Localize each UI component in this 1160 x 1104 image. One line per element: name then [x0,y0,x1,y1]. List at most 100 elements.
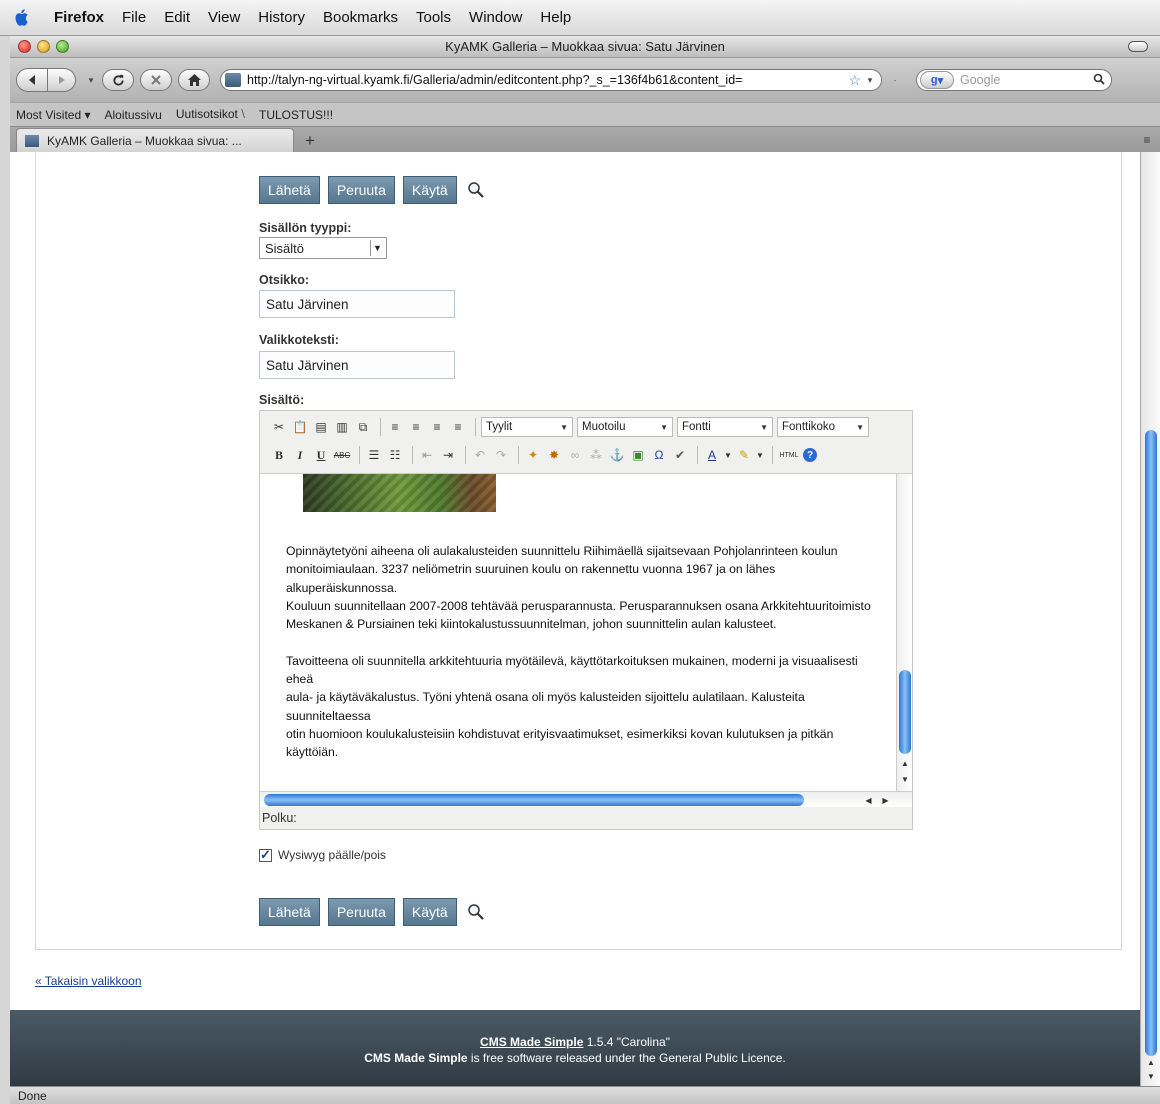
page-scroll-down-icon[interactable]: ▼ [1144,1070,1158,1082]
html-source-icon[interactable]: HTML [778,446,800,464]
address-bar[interactable]: http://talyn-ng-virtual.kyamk.fi/Galleri… [220,69,882,91]
editor-vertical-scrollbar[interactable]: ▲ ▼ [896,474,912,791]
align-left-icon[interactable]: ≡ [386,418,404,436]
bookmark-star-icon[interactable]: ☆ [848,72,861,89]
submit-button-top[interactable]: Lähetä [259,176,320,204]
content-image[interactable] [303,474,496,512]
font-select[interactable]: Fontti ▼ [677,417,773,437]
menu-view[interactable]: View [208,9,240,26]
bold-icon[interactable]: B [270,446,288,464]
new-tab-button[interactable]: + [296,130,324,152]
editor-horizontal-scrollbar[interactable]: ◀ ▶ [260,791,912,807]
content-type-select[interactable]: Sisältö ▼ [259,237,387,259]
tab-list-icon[interactable]: ≡ [1140,133,1154,147]
home-button[interactable] [178,69,210,91]
reload-button[interactable] [102,69,134,91]
highlight-dropdown-icon[interactable]: ▼ [756,446,764,464]
bullet-list-icon[interactable]: ☰ [365,446,383,464]
menu-text-input[interactable]: Satu Järvinen [259,351,455,379]
stop-button[interactable] [140,69,172,91]
styles-select[interactable]: Tyylit ▼ [481,417,573,437]
menu-tools[interactable]: Tools [416,9,451,26]
apple-icon[interactable] [10,7,32,29]
wysiwyg-checkbox[interactable]: ✓ [259,847,272,862]
menu-window[interactable]: Window [469,9,522,26]
apply-button-top[interactable]: Käytä [402,176,457,204]
magnifier-icon[interactable] [1093,73,1111,88]
indent-icon[interactable]: ⇥ [439,446,457,464]
search-input[interactable]: Google [960,73,1093,87]
menu-edit[interactable]: Edit [164,9,190,26]
strikethrough-icon[interactable]: ABC [333,446,351,464]
scroll-left-right-icon[interactable]: ◀ ▶ [860,794,894,806]
scroll-up-icon[interactable]: ▲ [897,756,912,770]
align-right-icon[interactable]: ≡ [428,418,446,436]
link-icon[interactable]: ∞ [566,446,584,464]
search-bar[interactable]: g ▾ Google [916,69,1112,91]
image-icon[interactable]: ▣ [629,446,647,464]
cancel-button-bottom[interactable]: Peruuta [327,898,395,926]
paste-icon[interactable]: 📋 [291,418,309,436]
bookmark-uutisotsikot[interactable]: Uutisotsikot ⧵ [176,107,245,122]
preview-magnifier-icon[interactable] [465,901,487,923]
cancel-button-top[interactable]: Peruuta [327,176,395,204]
bookmark-tulostus[interactable]: TULOSTUS!!! [259,108,333,122]
fontsize-select[interactable]: Fonttikoko ▼ [777,417,869,437]
spellcheck-icon[interactable]: ✔ [671,446,689,464]
paste-word-icon[interactable]: ▥ [333,418,351,436]
align-center-icon[interactable]: ≡ [407,418,425,436]
url-history-dropdown-icon[interactable]: ▾ [863,75,877,86]
menu-help[interactable]: Help [540,9,571,26]
underline-icon[interactable]: U [312,446,330,464]
back-to-menu-link[interactable]: « Takaisin valikkoon [35,974,142,988]
remove-format-icon[interactable]: ✸ [545,446,563,464]
numbered-list-icon[interactable]: ☷ [386,446,404,464]
cleanup-icon[interactable]: ✦ [524,446,542,464]
minimize-window-button[interactable] [37,40,50,53]
zoom-window-button[interactable] [56,40,69,53]
toolbar-toggle-button[interactable] [1128,41,1148,52]
copy-icon[interactable]: ⧉ [354,418,372,436]
editor-horizontal-scroll-thumb[interactable] [264,794,804,806]
paste-text-icon[interactable]: ▤ [312,418,330,436]
outdent-icon[interactable]: ⇤ [418,446,436,464]
text-color-dropdown-icon[interactable]: ▼ [724,446,732,464]
preview-magnifier-icon[interactable] [465,179,487,201]
site-favicon-icon[interactable] [225,73,241,87]
submit-button-bottom[interactable]: Lähetä [259,898,320,926]
align-justify-icon[interactable]: ≡ [449,418,467,436]
bookmark-most-visited[interactable]: Most Visited ▾ [16,108,91,122]
cms-link[interactable]: CMS Made Simple [480,1035,583,1049]
scroll-down-icon[interactable]: ▼ [897,772,912,786]
page-scroll-thumb[interactable] [1145,430,1157,1056]
apply-button-bottom[interactable]: Käytä [402,898,457,926]
bookmark-aloitussivu[interactable]: Aloitussivu [105,108,162,122]
menu-file[interactable]: File [122,9,146,26]
cut-icon[interactable]: ✂ [270,418,288,436]
italic-icon[interactable]: I [291,446,309,464]
close-window-button[interactable] [18,40,31,53]
menu-history[interactable]: History [258,9,305,26]
tab-kyamk-galleria[interactable]: KyAMK Galleria – Muokkaa sivua: ... [16,128,294,152]
title-input[interactable]: Satu Järvinen [259,290,455,318]
editor-content-area[interactable]: Opinnäytetyöni aiheena oli aulakalusteid… [260,473,912,791]
editor-text[interactable]: Opinnäytetyöni aiheena oli aulakalusteid… [286,542,906,762]
page-vertical-scrollbar[interactable]: ▲ ▼ [1140,152,1160,1086]
menu-bookmarks[interactable]: Bookmarks [323,9,398,26]
wysiwyg-toggle[interactable]: ✓ Wysiwyg päälle/pois [259,847,386,862]
help-icon[interactable]: ? [803,448,817,462]
anchor-icon[interactable]: ⚓ [608,446,626,464]
redo-icon[interactable]: ↷ [492,446,510,464]
back-button[interactable] [16,68,48,92]
editor-vertical-scroll-thumb[interactable] [899,670,911,754]
url-text[interactable]: http://talyn-ng-virtual.kyamk.fi/Galleri… [247,73,846,87]
undo-icon[interactable]: ↶ [471,446,489,464]
search-engine-icon[interactable]: g ▾ [920,71,954,89]
special-char-icon[interactable]: Ω [650,446,668,464]
history-dropdown-icon[interactable]: ▾ [84,75,98,86]
text-color-icon[interactable]: A [703,446,721,464]
page-scroll-up-icon[interactable]: ▲ [1144,1056,1158,1068]
forward-button[interactable] [48,68,76,92]
menu-firefox[interactable]: Firefox [54,9,104,26]
format-select[interactable]: Muotoilu ▼ [577,417,673,437]
